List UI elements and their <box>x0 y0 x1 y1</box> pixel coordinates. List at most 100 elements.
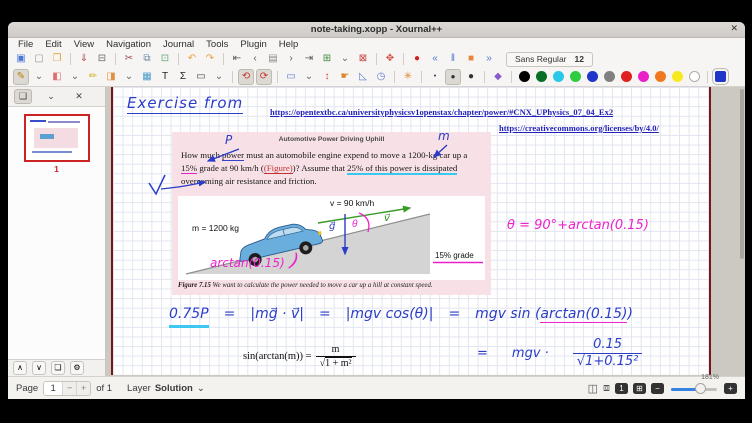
zoom-slider-handle[interactable] <box>695 383 706 394</box>
select-rect-button[interactable]: ▭ <box>283 69 299 85</box>
new-document-button[interactable]: ▢ <box>31 51 47 67</box>
shapes-dropdown[interactable]: ⌄ <box>211 69 227 85</box>
export-pdf-button[interactable]: ⇓ <box>76 51 92 67</box>
preview-settings-button[interactable]: ⚙ <box>70 361 84 375</box>
print-button[interactable]: ⊟ <box>94 51 110 67</box>
toolbar-separator <box>115 53 116 65</box>
menu-journal[interactable]: Journal <box>157 39 200 50</box>
color-white[interactable] <box>689 71 700 82</box>
size-fine-button[interactable]: • <box>427 69 443 85</box>
previous-page-button[interactable]: ‹ <box>247 51 263 67</box>
menu-plugin[interactable]: Plugin <box>234 39 272 50</box>
menu-tools[interactable]: Tools <box>200 39 234 50</box>
fullscreen-button[interactable]: ✥ <box>382 51 398 67</box>
cut-button[interactable]: ✂ <box>121 51 137 67</box>
delete-page-button[interactable]: ⊠ <box>355 51 371 67</box>
next-page-button[interactable]: › <box>283 51 299 67</box>
zoom-slider[interactable]: 181% <box>671 382 717 394</box>
plugin-tool-button[interactable]: ✳ <box>400 69 416 85</box>
insert-latex-button[interactable]: Σ <box>175 69 191 85</box>
last-page-button[interactable]: ⇥ <box>301 51 317 67</box>
add-page-dropdown[interactable]: ⌄ <box>337 51 353 67</box>
license-link[interactable]: https://creativecommons.org/licenses/by/… <box>499 123 659 133</box>
add-page-button[interactable]: ⊞ <box>319 51 335 67</box>
preview-tab-button[interactable]: ❏ <box>14 89 32 104</box>
select-object-button[interactable]: ◷ <box>373 69 389 85</box>
copy-button[interactable]: ⧉ <box>139 51 155 67</box>
eraser-dropdown[interactable]: ⌄ <box>67 69 83 85</box>
color-green[interactable] <box>570 71 581 82</box>
select-dropdown[interactable]: ⌄ <box>301 69 317 85</box>
zoom-out-button[interactable]: − <box>651 383 664 394</box>
color-gray[interactable] <box>604 71 615 82</box>
color-black[interactable] <box>519 71 530 82</box>
pause-audio-button[interactable]: ‖ <box>445 51 461 67</box>
highlighter-button[interactable]: ✏ <box>85 69 101 85</box>
redo-button[interactable]: ↷ <box>202 51 218 67</box>
insert-image-button[interactable]: ▦ <box>139 69 155 85</box>
font-button[interactable]: Sans Regular 12 <box>506 52 593 67</box>
shape-recognizer-button[interactable]: ⟲ <box>238 69 254 85</box>
select-pdf-text-button[interactable]: ◺ <box>355 69 371 85</box>
sidebar-collapse-button[interactable]: ⌄ <box>42 89 60 104</box>
toolbar-separator <box>376 53 377 65</box>
pen-button[interactable]: ✎ <box>13 69 29 85</box>
record-audio-button[interactable]: ● <box>409 51 425 67</box>
vertical-space-button[interactable]: ↕ <box>319 69 335 85</box>
zoom-100-button[interactable]: 1 <box>615 383 628 394</box>
size-thick-button[interactable]: ● <box>463 69 479 85</box>
zoom-in-button[interactable]: + <box>724 383 737 394</box>
color-orange[interactable] <box>655 71 666 82</box>
open-folder-button[interactable]: ❐ <box>49 51 65 67</box>
save-button[interactable]: ▣ <box>13 51 29 67</box>
stop-audio-button[interactable]: ■ <box>463 51 479 67</box>
menu-file[interactable]: File <box>12 39 39 50</box>
layer-selector[interactable]: Layer Solution ⌄ <box>127 383 205 394</box>
first-page-button[interactable]: ⇤ <box>229 51 245 67</box>
toolbar-separator <box>178 53 179 65</box>
pen-dropdown[interactable]: ⌄ <box>31 69 47 85</box>
color-magenta[interactable] <box>638 71 649 82</box>
fill-button[interactable]: ◨ <box>103 69 119 85</box>
color-chooser-button[interactable]: ◆ <box>490 69 506 85</box>
color-dark-green[interactable] <box>536 71 547 82</box>
rewind-audio-button[interactable]: « <box>427 51 443 67</box>
page-number-input[interactable]: 1 <box>44 382 62 395</box>
insert-text-button[interactable]: T <box>157 69 173 85</box>
page-thumbnail[interactable] <box>24 114 90 162</box>
color-red[interactable] <box>621 71 632 82</box>
preview-pages-button[interactable]: ❏ <box>51 361 65 375</box>
color-light-blue[interactable] <box>553 71 564 82</box>
presentation-button[interactable]: ⧈ <box>603 382 610 395</box>
page-increment-button[interactable]: + <box>76 382 90 395</box>
vertical-scrollbar[interactable] <box>740 89 744 259</box>
document-page[interactable]: Exercise from https://opentextbc.ca/univ… <box>111 87 711 375</box>
fill-dropdown[interactable]: ⌄ <box>121 69 137 85</box>
dual-page-button[interactable]: ◫ <box>588 382 598 395</box>
page-decrement-button[interactable]: − <box>62 382 76 395</box>
zoom-fit-button[interactable]: ⊞ <box>633 383 646 394</box>
color-blue[interactable] <box>587 71 598 82</box>
forward-audio-button[interactable]: » <box>481 51 497 67</box>
goto-page-button[interactable]: ▤ <box>265 51 281 67</box>
next-annotated-page-button[interactable]: ∨ <box>32 361 46 375</box>
size-medium-button[interactable]: ● <box>445 69 461 85</box>
sidebar-close-button[interactable]: ✕ <box>70 89 88 104</box>
paste-button[interactable]: ⊡ <box>157 51 173 67</box>
draw-shapes-button[interactable]: ▭ <box>193 69 209 85</box>
ruler-button[interactable]: ⟳ <box>256 69 272 85</box>
source-link[interactable]: https://opentextbc.ca/universityphysicsv… <box>270 107 613 117</box>
eraser-button[interactable]: ◧ <box>49 69 65 85</box>
current-color-indicator[interactable] <box>715 71 726 82</box>
menu-edit[interactable]: Edit <box>39 39 67 50</box>
window-close-button[interactable]: ✕ <box>730 23 738 34</box>
figure-link[interactable]: (Figure) <box>264 163 293 174</box>
menu-help[interactable]: Help <box>273 39 305 50</box>
eq2-numerator: 0.15 <box>587 338 628 353</box>
undo-button[interactable]: ↶ <box>184 51 200 67</box>
hand-tool-button[interactable]: ☛ <box>337 69 353 85</box>
color-yellow[interactable] <box>672 71 683 82</box>
menu-navigation[interactable]: Navigation <box>100 39 157 50</box>
previous-annotated-page-button[interactable]: ∧ <box>13 361 27 375</box>
menu-view[interactable]: View <box>68 39 100 50</box>
